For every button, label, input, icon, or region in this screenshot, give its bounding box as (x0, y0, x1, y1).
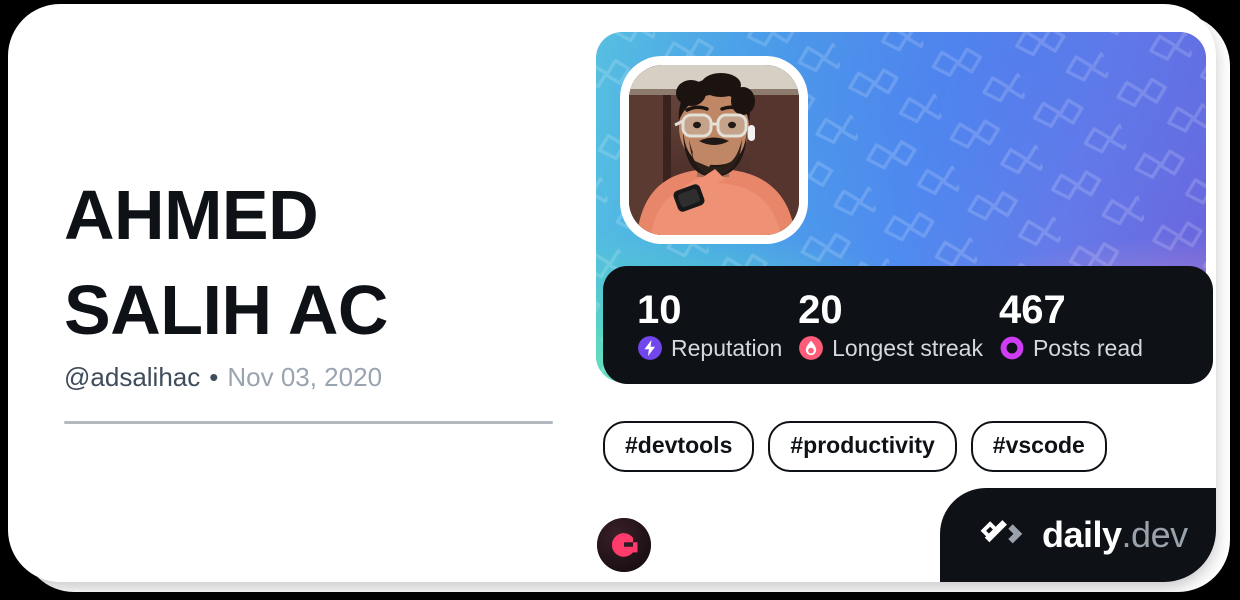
streak-flame-icon (799, 336, 823, 360)
daily-dev-logo-icon (980, 520, 1023, 544)
user-handle: @adsalihac (64, 362, 201, 392)
display-name: AHMED SALIH AC (64, 176, 388, 350)
stat-reputation-label-row: Reputation (637, 335, 798, 362)
devcard: AHMED SALIH AC @adsalihac • Nov 03, 2020 (8, 4, 1216, 582)
stats-bar: 10 Reputation 20 Longest streak 467 Post… (603, 266, 1213, 384)
avatar (620, 56, 808, 244)
posts-read-ring-icon (1000, 336, 1024, 360)
source-logo-icon (597, 518, 651, 572)
avatar-photo (629, 65, 799, 235)
meta-separator: • (209, 362, 219, 392)
devcard-stage: AHMED SALIH AC @adsalihac • Nov 03, 2020 (0, 0, 1240, 600)
profile-column: AHMED SALIH AC @adsalihac • Nov 03, 2020 (64, 4, 554, 582)
tag-vscode[interactable]: #vscode (970, 421, 1107, 472)
stat-reputation: 10 Reputation (637, 289, 798, 362)
stat-posts-read: 467 Posts read (999, 289, 1179, 362)
tag-productivity[interactable]: #productivity (768, 421, 957, 472)
profile-divider (64, 421, 553, 424)
stat-longest-streak-label: Longest streak (832, 334, 983, 361)
brand-wordmark: daily.dev (1042, 517, 1188, 553)
stat-reputation-value: 10 (637, 287, 682, 332)
stat-posts-read-value: 467 (998, 287, 1066, 332)
stat-longest-streak-value: 20 (798, 287, 843, 332)
stat-longest-streak: 20 Longest streak (798, 289, 999, 362)
stat-posts-read-label: Posts read (1032, 334, 1143, 361)
brand-suffix: .dev (1121, 514, 1189, 555)
profile-meta: @adsalihac • Nov 03, 2020 (64, 362, 382, 393)
joined-date: Nov 03, 2020 (227, 362, 383, 392)
reputation-bolt-icon (638, 336, 662, 360)
stat-posts-read-label-row: Posts read (999, 335, 1179, 362)
stat-longest-streak-label-row: Longest streak (798, 335, 999, 362)
tag-list: #devtools #productivity #vscode (603, 421, 1107, 472)
stat-reputation-label: Reputation (671, 334, 783, 361)
daily-dev-brand-tab[interactable]: daily.dev (940, 488, 1216, 582)
brand-name: daily (1042, 514, 1122, 555)
tag-devtools[interactable]: #devtools (603, 421, 755, 472)
